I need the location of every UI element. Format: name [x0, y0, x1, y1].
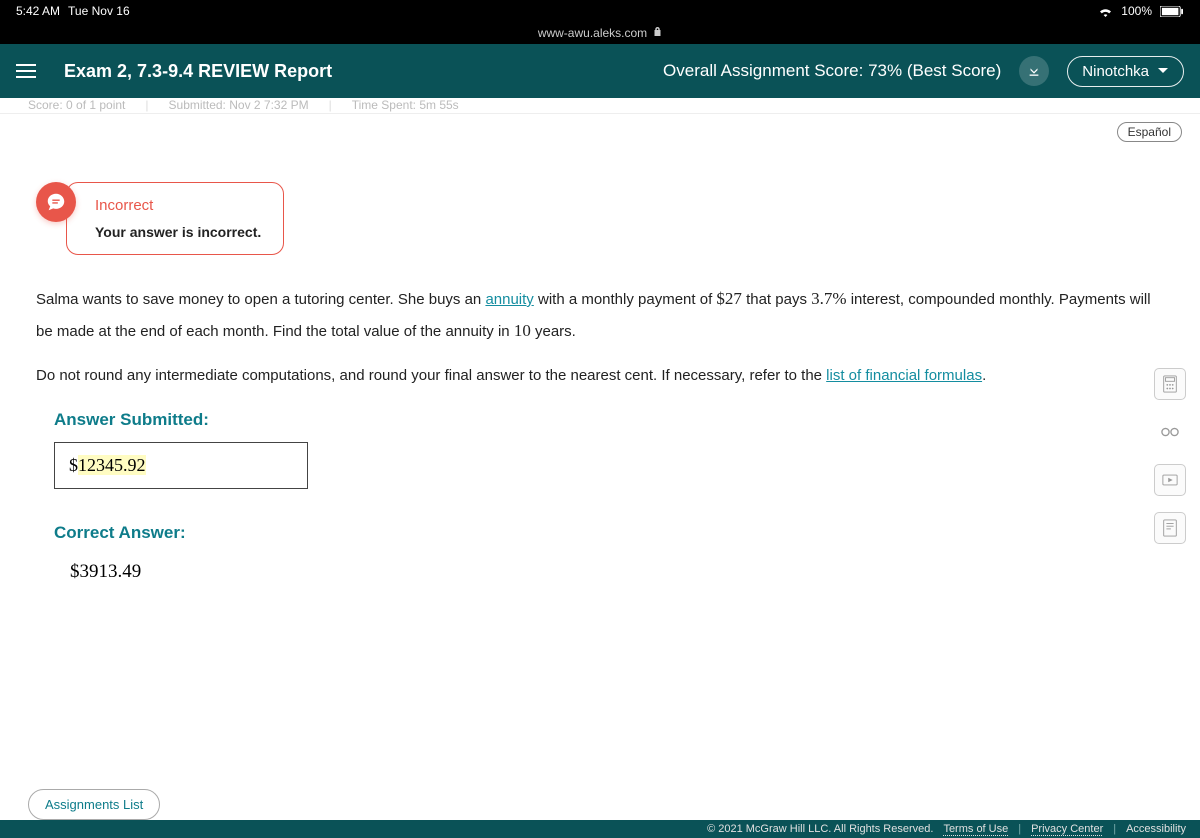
chat-bubble-icon	[36, 182, 76, 222]
formulas-link[interactable]: list of financial formulas	[826, 367, 982, 384]
answer-submitted-label: Answer Submitted:	[54, 410, 1164, 430]
meta-timespent: Time Spent: 5m 55s	[352, 98, 459, 112]
feedback-message: Your answer is incorrect.	[95, 224, 261, 240]
battery-percent: 100%	[1121, 4, 1152, 18]
calculator-button[interactable]	[1154, 368, 1186, 400]
browser-url-bar: www-awu.aleks.com	[0, 22, 1200, 44]
textbook-button[interactable]	[1154, 512, 1186, 544]
submitted-answer-box: $12345.92	[54, 442, 308, 489]
question-meta: Score: 0 of 1 point | Submitted: Nov 2 7…	[0, 98, 1200, 114]
copyright-bar: © 2021 McGraw Hill LLC. All Rights Reser…	[0, 820, 1200, 838]
terms-link[interactable]: Terms of Use	[943, 823, 1008, 835]
footer-bar: Assignments List	[0, 789, 1200, 820]
related-button[interactable]	[1154, 416, 1186, 448]
annuity-link[interactable]: annuity	[485, 291, 533, 308]
app-header: Exam 2, 7.3-9.4 REVIEW Report Overall As…	[0, 44, 1200, 98]
url-host: www-awu.aleks.com	[538, 26, 647, 40]
score-collapse-button[interactable]	[1019, 56, 1049, 86]
submitted-answer-value: 12345.92	[78, 455, 146, 475]
overall-score: Overall Assignment Score: 73% (Best Scor…	[663, 61, 1001, 81]
device-date: Tue Nov 16	[68, 4, 130, 18]
feedback-box: Incorrect Your answer is incorrect.	[36, 182, 1164, 255]
lock-icon	[653, 26, 662, 40]
device-time: 5:42 AM	[16, 4, 60, 18]
question-text: Salma wants to save money to open a tuto…	[36, 283, 1164, 390]
user-name: Ninotchka	[1082, 63, 1149, 80]
page-title: Exam 2, 7.3-9.4 REVIEW Report	[64, 61, 332, 82]
device-status-bar: 5:42 AM Tue Nov 16 100%	[0, 0, 1200, 22]
user-menu[interactable]: Ninotchka	[1067, 56, 1184, 87]
privacy-link[interactable]: Privacy Center	[1031, 823, 1103, 835]
correct-answer-value: $3913.49	[70, 561, 1164, 583]
meta-submitted: Submitted: Nov 2 7:32 PM	[169, 98, 309, 112]
assignments-list-button[interactable]: Assignments List	[28, 789, 160, 820]
question-content: Incorrect Your answer is incorrect. Salm…	[0, 142, 1200, 583]
copyright-text: © 2021 McGraw Hill LLC. All Rights Reser…	[707, 823, 933, 835]
feedback-status: Incorrect	[95, 197, 261, 214]
chevron-down-icon	[1157, 67, 1169, 75]
wifi-icon	[1098, 6, 1113, 17]
language-toggle[interactable]: Español	[1117, 122, 1182, 142]
meta-score: Score: 0 of 1 point	[28, 98, 125, 112]
accessibility-link[interactable]: Accessibility	[1126, 823, 1186, 835]
menu-icon[interactable]	[16, 57, 44, 85]
correct-answer-label: Correct Answer:	[54, 523, 1164, 543]
battery-icon	[1160, 6, 1184, 17]
video-button[interactable]	[1154, 464, 1186, 496]
side-toolbar	[1154, 368, 1186, 544]
